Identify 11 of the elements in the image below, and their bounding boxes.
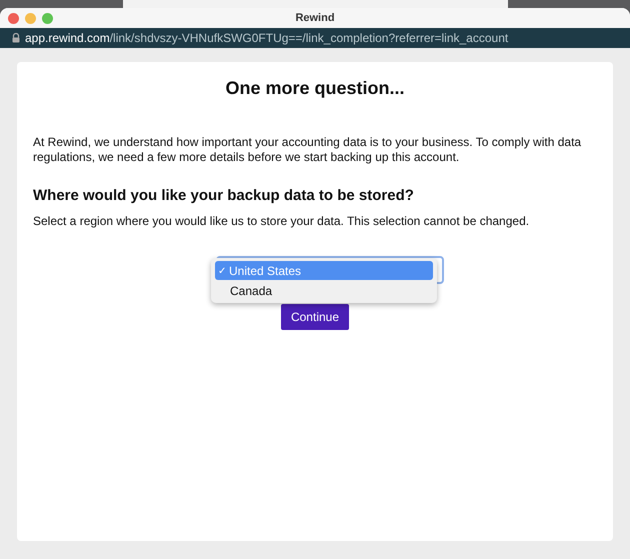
continue-button[interactable]: Continue bbox=[280, 304, 350, 330]
page-heading: One more question... bbox=[224, 78, 406, 99]
hint-text: Select a region where you would like us to store your data. This selection cannot be changed. bbox=[33, 214, 530, 228]
close-button[interactable] bbox=[8, 12, 19, 24]
intro-text: At Rewind, we understand how important your accounting data is to your business. To comply with data regulations, we need a few more details before we start backing up this account. bbox=[33, 135, 582, 165]
zoom-button[interactable] bbox=[42, 12, 53, 24]
question-heading: Where would you like your backup data to be stored? bbox=[33, 187, 415, 204]
menu-option[interactable]: Canada bbox=[215, 281, 433, 300]
lock-icon bbox=[12, 33, 20, 43]
window-title: Rewind bbox=[295, 12, 335, 24]
minimize-button[interactable] bbox=[25, 12, 36, 24]
